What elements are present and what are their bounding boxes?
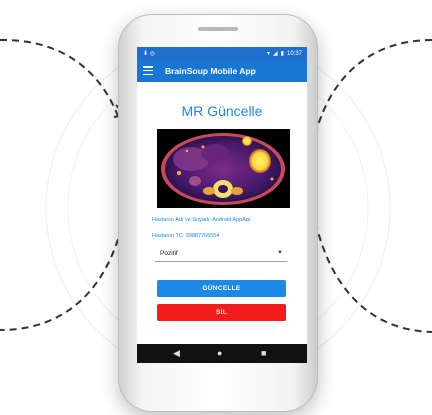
home-nav-icon[interactable]: ●	[217, 348, 222, 358]
delete-button[interactable]: SİL	[157, 304, 286, 321]
recents-nav-icon[interactable]: ■	[261, 348, 266, 358]
hamburger-menu-icon[interactable]	[143, 66, 153, 76]
status-right-icons: ▾ ◢ ▮ 10:37	[267, 50, 302, 58]
page-title: MR Güncelle	[181, 103, 263, 119]
status-time: 10:37	[286, 50, 302, 57]
android-nav-bar: ◀ ● ■	[137, 344, 307, 363]
phone-speaker	[198, 27, 238, 31]
back-nav-icon[interactable]: ◀	[173, 348, 180, 359]
patient-tc-text: Hastanın TC: 99887766554	[152, 233, 220, 239]
sync-icon: ◎	[149, 51, 155, 57]
dropdown-arrow-icon: ▼	[277, 250, 283, 256]
update-button[interactable]: GÜNCELLE	[157, 280, 286, 297]
patient-name-text: Hastanın Adı ve Soyadı: Android AppApi	[152, 217, 251, 223]
mri-scan-image	[157, 129, 290, 208]
app-bar: BrainSoup Mobile App	[137, 60, 307, 82]
result-select[interactable]: Pozitif ▼	[155, 247, 287, 262]
wifi-icon: ▾	[267, 51, 271, 57]
download-icon: ⬇	[143, 51, 149, 57]
result-select-value: Pozitif	[160, 250, 178, 257]
battery-icon: ▮	[280, 51, 284, 57]
app-title: BrainSoup Mobile App	[165, 66, 256, 76]
status-left-icons: ⬇ ◎	[143, 50, 155, 57]
signal-icon: ◢	[273, 51, 278, 57]
phone-screen: ⬇ ◎ ▾ ◢ ▮ 10:37 BrainSoup Mobile App MR …	[137, 47, 307, 363]
status-bar: ⬇ ◎ ▾ ◢ ▮ 10:37	[137, 47, 307, 60]
